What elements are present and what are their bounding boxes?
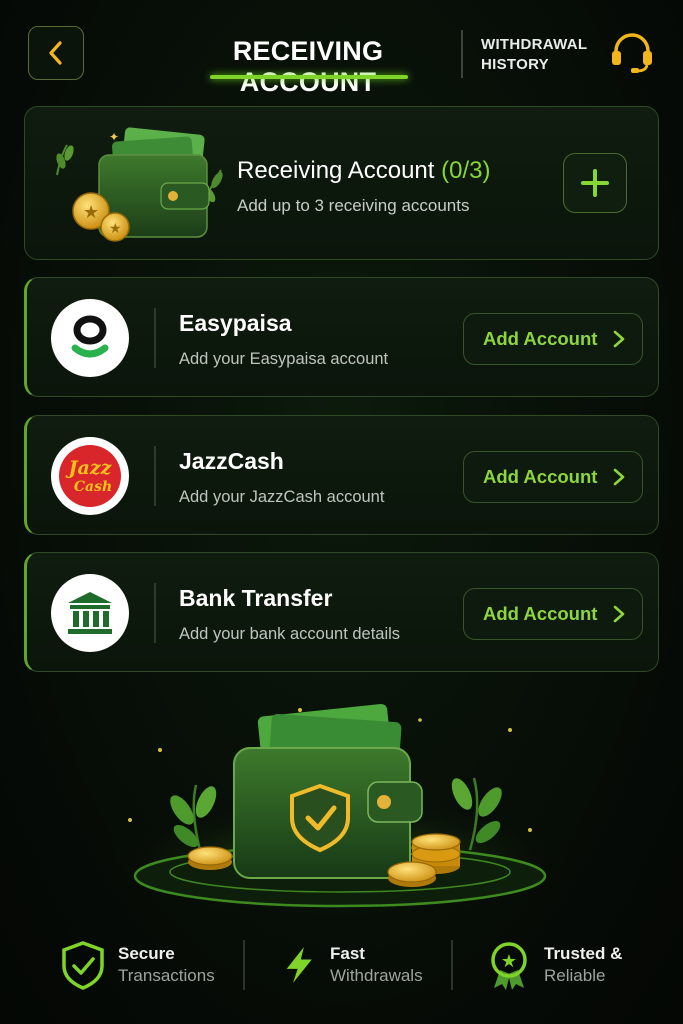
easypaisa-logo-mark	[71, 315, 109, 358]
feature-divider	[451, 940, 453, 990]
shield-check-icon	[62, 941, 104, 990]
feature-title: Trusted &	[544, 944, 623, 963]
payment-method-jazzcash: Jazz Cash JazzCash Add your JazzCash acc…	[24, 415, 659, 535]
withdrawal-history-label-line2: HISTORY	[481, 56, 549, 73]
add-receiving-account-button[interactable]	[563, 153, 627, 213]
payment-method-bank-transfer: Bank Transfer Add your bank account deta…	[24, 552, 659, 672]
headset-support-icon[interactable]	[609, 31, 655, 75]
account-count: (0/3)	[441, 157, 491, 184]
chevron-right-icon	[613, 605, 625, 623]
svg-text:★: ★	[501, 951, 517, 972]
card-divider	[154, 446, 156, 506]
back-button[interactable]	[28, 26, 84, 80]
method-subtitle: Add your JazzCash account	[179, 488, 385, 506]
back-arrow-icon	[49, 41, 62, 65]
award-badge-icon: ★	[491, 942, 527, 990]
bank-icon	[68, 592, 112, 634]
feature-divider	[243, 940, 245, 990]
header-divider	[461, 30, 463, 78]
withdrawal-history-label-line1: WITHDRAWAL	[481, 36, 588, 53]
method-title: Easypaisa	[179, 310, 292, 336]
svg-text:✦: ✦	[109, 130, 119, 144]
feature-subtitle: Transactions	[118, 966, 215, 985]
chevron-right-icon	[613, 330, 625, 348]
svg-text:★: ★	[109, 221, 122, 237]
page-title: RECEIVING ACCOUNT	[232, 36, 384, 97]
header: RECEIVING ACCOUNT WITHDRAWAL HISTORY	[0, 0, 683, 100]
method-title: JazzCash	[179, 448, 284, 474]
feature-title: Secure	[118, 944, 175, 963]
summary-subtitle: Add up to 3 receiving accounts	[237, 196, 470, 215]
wallet-shield-illustration	[110, 703, 570, 920]
svg-text:Jazz: Jazz	[66, 457, 113, 479]
add-account-label: Add Account	[483, 328, 598, 349]
add-bank-account-button[interactable]: Add Account	[463, 588, 643, 640]
card-divider	[154, 583, 156, 643]
summary-title-text: Receiving Account	[237, 157, 435, 184]
plus-icon	[581, 169, 609, 197]
summary-title: Receiving Account (0/3)	[237, 157, 490, 185]
add-account-label: Add Account	[483, 466, 598, 487]
feature-secure: Secure Transactions	[60, 930, 215, 1000]
method-subtitle: Add your bank account details	[179, 625, 401, 643]
features-bar: Secure Transactions Fast Withdrawals ★ T…	[0, 930, 683, 1010]
feature-subtitle: Withdrawals	[330, 966, 423, 985]
add-account-label: Add Account	[483, 603, 598, 624]
payment-method-easypaisa: Easypaisa Add your Easypaisa account Add…	[24, 277, 659, 397]
lightning-icon	[286, 947, 312, 983]
feature-title: Fast	[330, 944, 365, 963]
title-underline	[210, 75, 408, 79]
card-divider	[154, 308, 156, 368]
chevron-right-icon	[613, 468, 625, 486]
jazzcash-logo-mark: Jazz Cash	[59, 445, 121, 507]
jazzcash-logo: Jazz Cash	[51, 437, 129, 515]
wallet-coins-illustration: ✦ ★ ★	[56, 127, 223, 242]
receiving-account-summary-card: ✦ ★ ★ Receiving Account (0/3) Add up to …	[24, 106, 659, 260]
add-easypaisa-account-button[interactable]: Add Account	[463, 313, 643, 365]
feature-trusted: ★ Trusted & Reliable	[486, 930, 622, 1000]
feature-subtitle: Reliable	[544, 966, 606, 985]
svg-text:★: ★	[83, 202, 99, 223]
method-title: Bank Transfer	[179, 585, 333, 611]
method-subtitle: Add your Easypaisa account	[179, 350, 389, 368]
easypaisa-logo	[51, 299, 129, 377]
bank-logo	[51, 574, 129, 652]
withdrawal-history-link[interactable]: WITHDRAWAL HISTORY	[481, 35, 591, 75]
add-jazzcash-account-button[interactable]: Add Account	[463, 451, 643, 503]
feature-fast: Fast Withdrawals	[282, 930, 423, 1000]
svg-text:Cash: Cash	[74, 479, 112, 495]
